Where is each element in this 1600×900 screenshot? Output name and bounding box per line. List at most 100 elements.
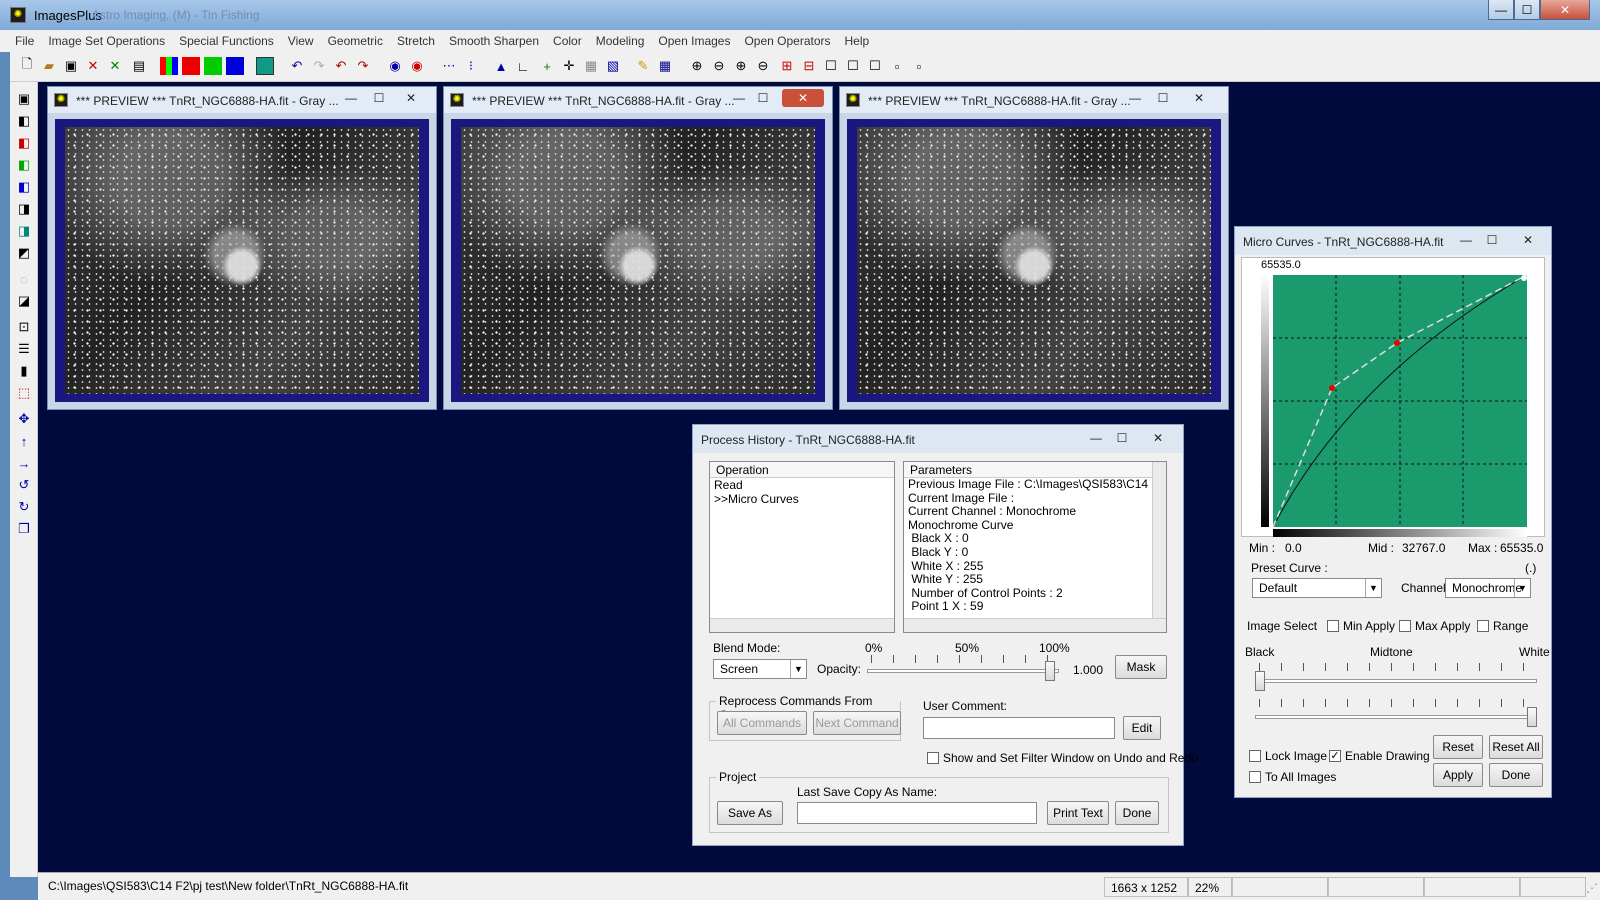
minimize-button[interactable]: — — [340, 89, 362, 107]
frame-medium-icon[interactable]: ☐ — [844, 57, 862, 75]
mask-on-icon[interactable]: ◉ — [386, 57, 404, 75]
preview-window-1[interactable]: ✺ *** PREVIEW *** TnRt_NGC6888-HA.fit - G… — [47, 86, 437, 410]
image-edit-icon[interactable]: ▧ — [604, 57, 622, 75]
close-all-icon[interactable]: ✕ — [106, 57, 124, 75]
user-comment-input[interactable] — [923, 717, 1115, 739]
parameters-list[interactable]: Parameters Previous Image File : C:\Imag… — [903, 461, 1167, 633]
opacity-slider-thumb[interactable] — [1045, 661, 1055, 681]
menu-stretch[interactable]: Stretch — [390, 30, 442, 52]
open-folder-icon[interactable]: ▰ — [40, 57, 58, 75]
grid-icon[interactable]: ▦ — [582, 57, 600, 75]
histogram-icon[interactable]: ▲ — [492, 57, 510, 75]
done-button[interactable]: Done — [1115, 801, 1159, 825]
frame-small-icon[interactable]: ☐ — [866, 57, 884, 75]
lock-image-checkbox[interactable] — [1249, 750, 1261, 762]
min-apply-checkbox[interactable] — [1327, 620, 1339, 632]
close-button[interactable]: ✕ — [1147, 429, 1169, 447]
close-button[interactable]: ✕ — [782, 89, 824, 107]
black-white-icon[interactable]: ◧ — [15, 112, 33, 130]
target-box-icon[interactable]: ⊡ — [15, 318, 33, 336]
menu-image-set-operations[interactable]: Image Set Operations — [41, 30, 172, 52]
nebula-image[interactable] — [461, 127, 815, 394]
preview-window-3[interactable]: ✺ *** PREVIEW *** TnRt_NGC6888-HA.fit - G… — [839, 86, 1229, 410]
undo-icon[interactable]: ↶ — [288, 57, 306, 75]
operation-list[interactable]: Operation Read >>Micro Curves — [709, 461, 895, 633]
dotted-line-icon[interactable]: ⋯ — [440, 57, 458, 75]
rgb-channels-icon[interactable] — [160, 57, 178, 75]
minimize-button[interactable]: — — [1455, 231, 1477, 249]
show-set-filter-checkbox[interactable] — [927, 752, 939, 764]
nebula-image[interactable] — [857, 127, 1211, 394]
range-checkbox[interactable] — [1477, 620, 1489, 632]
maximize-button[interactable]: ☐ — [752, 89, 774, 107]
gray-circle-icon[interactable]: ◌ — [15, 270, 33, 288]
minimize-button[interactable]: — — [728, 89, 750, 107]
curve-editor[interactable] — [1273, 275, 1527, 527]
save-as-button[interactable]: Save As — [717, 801, 783, 825]
green-layer-icon[interactable]: ◧ — [15, 156, 33, 174]
close-button[interactable]: ✕ — [400, 89, 422, 107]
save-icon[interactable]: ▣ — [62, 57, 80, 75]
point-icon[interactable]: ⁝ — [462, 57, 480, 75]
next-command-button[interactable]: Next Command — [813, 711, 901, 735]
nebula-image[interactable] — [65, 127, 419, 394]
blend-mode-select[interactable]: Screen ▼ — [713, 659, 807, 679]
operation-item-read[interactable]: Read — [710, 478, 894, 492]
red-layer-icon[interactable]: ◧ — [15, 134, 33, 152]
undo-all-icon[interactable]: ↶ — [332, 57, 350, 75]
menu-help[interactable]: Help — [838, 30, 877, 52]
crosshair-icon[interactable]: ✛ — [560, 57, 578, 75]
add-icon[interactable]: + — [538, 57, 556, 75]
arrow-up-icon[interactable]: ↑ — [15, 432, 33, 450]
layer-teal-icon[interactable]: ◨ — [15, 222, 33, 240]
last-save-name-input[interactable] — [797, 802, 1037, 824]
control-point-2[interactable] — [1394, 340, 1400, 346]
reset-all-button[interactable]: Reset All — [1489, 735, 1543, 759]
channel-select[interactable]: Monochrome ▼ — [1445, 578, 1531, 598]
minimize-button[interactable]: — — [1085, 429, 1107, 447]
copy-icon[interactable]: ❐ — [15, 520, 33, 538]
operation-item-micro-curves[interactable]: >>Micro Curves — [710, 492, 894, 506]
axes-icon[interactable]: ∟ — [514, 57, 532, 75]
parameters-hscrollbar[interactable] — [904, 618, 1166, 632]
menu-geometric[interactable]: Geometric — [321, 30, 390, 52]
maximize-button[interactable]: ☐ — [368, 89, 390, 107]
zoom-add-icon[interactable]: ⊞ — [778, 57, 796, 75]
mask-off-icon[interactable]: ◉ — [408, 57, 426, 75]
table-icon[interactable]: ▦ — [656, 57, 674, 75]
menu-color[interactable]: Color — [546, 30, 589, 52]
apply-button[interactable]: Apply — [1433, 763, 1483, 787]
close-button[interactable]: ✕ — [1188, 89, 1210, 107]
enable-drawing-checkbox[interactable]: ✓ — [1329, 750, 1341, 762]
close-button[interactable]: ✕ — [1517, 231, 1539, 249]
blue-channel-icon[interactable] — [226, 57, 244, 75]
rotate-right-icon[interactable]: ↻ — [15, 498, 33, 516]
gradient-icon[interactable]: ◪ — [15, 292, 33, 310]
parameters-vscrollbar[interactable] — [1152, 462, 1166, 618]
black-bar-icon[interactable]: ▮ — [15, 362, 33, 380]
menu-smooth-sharpen[interactable]: Smooth Sharpen — [442, 30, 546, 52]
maximize-button[interactable]: ☐ — [1111, 429, 1133, 447]
all-commands-button[interactable]: All Commands — [717, 711, 807, 735]
layer-gray-icon[interactable]: ◩ — [15, 244, 33, 262]
rotate-left-icon[interactable]: ↺ — [15, 476, 33, 494]
reset-button[interactable]: Reset — [1433, 735, 1483, 759]
control-point-1[interactable] — [1329, 385, 1335, 391]
menu-modeling[interactable]: Modeling — [589, 30, 652, 52]
maximize-button[interactable]: ☐ — [1481, 231, 1503, 249]
zoom-in-2-icon[interactable]: ⊕ — [732, 57, 750, 75]
done-button[interactable]: Done — [1489, 763, 1543, 787]
to-all-images-checkbox[interactable] — [1249, 771, 1261, 783]
redo-all-icon[interactable]: ↷ — [354, 57, 372, 75]
pencil-icon[interactable]: ✎ — [634, 57, 652, 75]
arrow-right-icon[interactable]: → — [15, 454, 33, 472]
zoom-out-2-icon[interactable]: ⊖ — [754, 57, 772, 75]
preset-curve-select[interactable]: Default ▼ — [1252, 578, 1382, 598]
print-text-button[interactable]: Print Text — [1047, 801, 1109, 825]
menu-open-images[interactable]: Open Images — [651, 30, 737, 52]
maximize-button[interactable]: ☐ — [1514, 0, 1540, 20]
tone-slider-thumb-2[interactable] — [1527, 707, 1537, 727]
menu-open-operators[interactable]: Open Operators — [737, 30, 837, 52]
print-icon[interactable]: ▤ — [130, 57, 148, 75]
minimize-button[interactable]: — — [1124, 89, 1146, 107]
